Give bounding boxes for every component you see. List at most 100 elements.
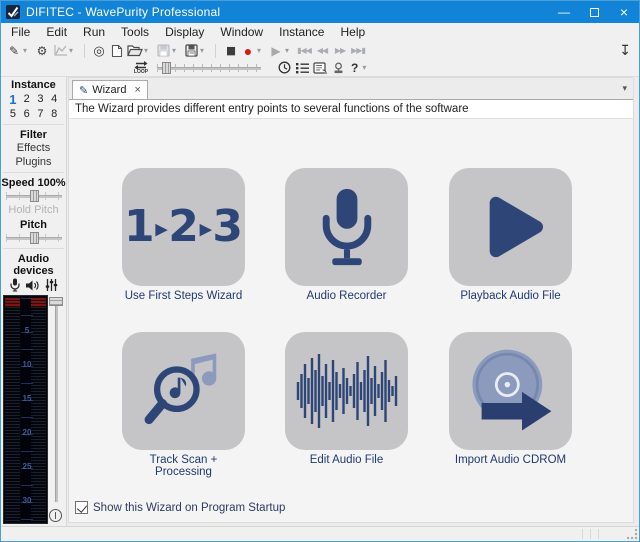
cd-button[interactable]: ◎: [91, 43, 107, 59]
instance-4[interactable]: 4: [48, 93, 60, 106]
maximize-button[interactable]: [579, 1, 609, 23]
playlist-button[interactable]: [294, 60, 310, 76]
notebook-icon: [313, 62, 327, 74]
menu-help[interactable]: Help: [332, 23, 373, 42]
menu-window[interactable]: Window: [212, 23, 271, 42]
instance-2[interactable]: 2: [21, 93, 33, 106]
tab-list-dropdown-icon[interactable]: ▾: [622, 83, 627, 94]
status-divider: [582, 529, 583, 539]
waveform-icon: [295, 352, 399, 430]
tile-edit-audio-file[interactable]: [285, 332, 408, 450]
tile-audio-recorder[interactable]: [285, 168, 408, 286]
tab-strip: ✎ Wizard × ▾: [69, 78, 633, 99]
tile-first-steps-wizard[interactable]: 1▶2▶3: [122, 168, 245, 286]
pause-button[interactable]: ▮▮: [222, 43, 238, 59]
microphone-icon: [308, 185, 386, 269]
sidebar-item-effects[interactable]: Effects: [1, 141, 66, 155]
window-title: DIFITEC - WavePurity Professional: [26, 5, 220, 19]
new-file-button[interactable]: [109, 43, 125, 59]
export-dropdown-icon[interactable]: ▾: [200, 46, 208, 55]
tile-playback-audio-file[interactable]: [449, 168, 572, 286]
tile-import-audio-cdrom[interactable]: [449, 332, 572, 450]
curve-tool-button[interactable]: [52, 43, 68, 59]
stamp-button[interactable]: [330, 60, 346, 76]
position-slider-thumb[interactable]: [162, 62, 171, 74]
record-button[interactable]: ●: [240, 43, 256, 59]
microphone-device-icon[interactable]: [10, 278, 20, 292]
speed-slider[interactable]: [6, 190, 62, 202]
menu-display[interactable]: Display: [157, 23, 212, 42]
instance-title: Instance: [1, 79, 66, 91]
help-button[interactable]: ?: [351, 61, 358, 75]
title-bar[interactable]: DIFITEC - WavePurity Professional — ×: [1, 1, 639, 23]
menu-tools[interactable]: Tools: [113, 23, 157, 42]
startup-checkbox-label: Show this Wizard on Program Startup: [93, 502, 285, 514]
track-scan-icon: [141, 348, 227, 434]
one-two-three-icon: 1▶2▶3: [124, 205, 243, 249]
volume-slider-thumb[interactable]: [49, 297, 63, 306]
app-window: DIFITEC - WavePurity Professional — × Fi…: [0, 0, 640, 542]
wizard-description: The Wizard provides different entry poin…: [69, 99, 633, 119]
instance-7[interactable]: 7: [34, 108, 46, 121]
filter-title: Filter: [1, 129, 66, 141]
record-dropdown-icon[interactable]: ▾: [257, 46, 265, 55]
log-book-button[interactable]: [312, 60, 328, 76]
save-dropdown-icon[interactable]: ▾: [172, 46, 180, 55]
meter-clip-zone: [31, 298, 46, 307]
startup-checkbox[interactable]: [75, 501, 88, 514]
skip-end-button[interactable]: ▶▶▮: [350, 43, 366, 59]
speed-label: Speed 100%: [1, 177, 66, 189]
skip-start-button[interactable]: ▮◀◀: [296, 43, 312, 59]
speed-slider-thumb[interactable]: [30, 190, 39, 202]
resize-grip[interactable]: [627, 529, 638, 540]
volume-slider[interactable]: [48, 295, 65, 524]
pitch-slider-thumb[interactable]: [30, 232, 39, 244]
mixer-faders-icon[interactable]: [45, 278, 58, 292]
tab-wizard[interactable]: ✎ Wizard ×: [72, 80, 148, 99]
save-button[interactable]: [155, 43, 171, 59]
position-slider[interactable]: [157, 61, 261, 75]
menu-instance[interactable]: Instance: [271, 23, 332, 42]
sidebar-item-plugins[interactable]: Plugins: [1, 155, 66, 169]
sidebar: Instance 1 2 3 4 5 6 7 8 Filter Effects …: [1, 77, 67, 526]
maximize-icon: [590, 8, 599, 17]
instance-1[interactable]: 1: [7, 93, 19, 106]
menu-edit[interactable]: Edit: [38, 23, 75, 42]
pitch-slider[interactable]: [6, 232, 62, 244]
help-dropdown-icon[interactable]: ▾: [362, 63, 370, 72]
play-dropdown-icon[interactable]: ▾: [285, 46, 293, 55]
loop-button[interactable]: LOOP: [131, 61, 151, 74]
instance-6[interactable]: 6: [21, 108, 33, 121]
dock-panel-icon[interactable]: ↧: [619, 42, 631, 59]
edit-pencil-button[interactable]: ✎: [6, 43, 22, 59]
instance-3[interactable]: 3: [34, 93, 46, 106]
menu-run[interactable]: Run: [75, 23, 113, 42]
meter-left-channel: [5, 298, 20, 521]
curve-dropdown-icon[interactable]: ▾: [69, 46, 77, 55]
fast-forward-button[interactable]: ▶▶: [332, 43, 348, 59]
settings-gear-button[interactable]: ⚙: [34, 43, 50, 59]
menu-file[interactable]: File: [3, 23, 38, 42]
timer-button[interactable]: [276, 60, 292, 76]
startup-checkbox-row[interactable]: Show this Wizard on Program Startup: [75, 501, 285, 514]
instance-8[interactable]: 8: [48, 108, 60, 121]
play-button[interactable]: ▶: [268, 43, 284, 59]
power-mute-icon[interactable]: [49, 509, 62, 522]
instance-5[interactable]: 5: [7, 108, 19, 121]
open-dropdown-icon[interactable]: ▾: [144, 46, 152, 55]
toolbar-separator: [84, 44, 85, 58]
open-file-button[interactable]: [127, 43, 143, 59]
speaker-device-icon[interactable]: [25, 279, 40, 292]
rewind-button[interactable]: ◀◀: [314, 43, 330, 59]
tile-track-scan-processing[interactable]: [122, 332, 245, 450]
pencil-dropdown-icon[interactable]: ▾: [23, 46, 31, 55]
tab-close-icon[interactable]: ×: [134, 84, 140, 96]
cdrom-import-icon: [465, 346, 557, 436]
minimize-button[interactable]: —: [549, 1, 579, 23]
clock-icon: [278, 61, 291, 74]
open-folder-icon: [127, 44, 143, 57]
close-button[interactable]: ×: [609, 1, 639, 23]
volume-slider-groove: [55, 299, 58, 502]
export-button[interactable]: [183, 43, 199, 59]
main-toolbar: ✎ ▾ ⚙ ▾ ◎ ▾: [1, 42, 639, 59]
